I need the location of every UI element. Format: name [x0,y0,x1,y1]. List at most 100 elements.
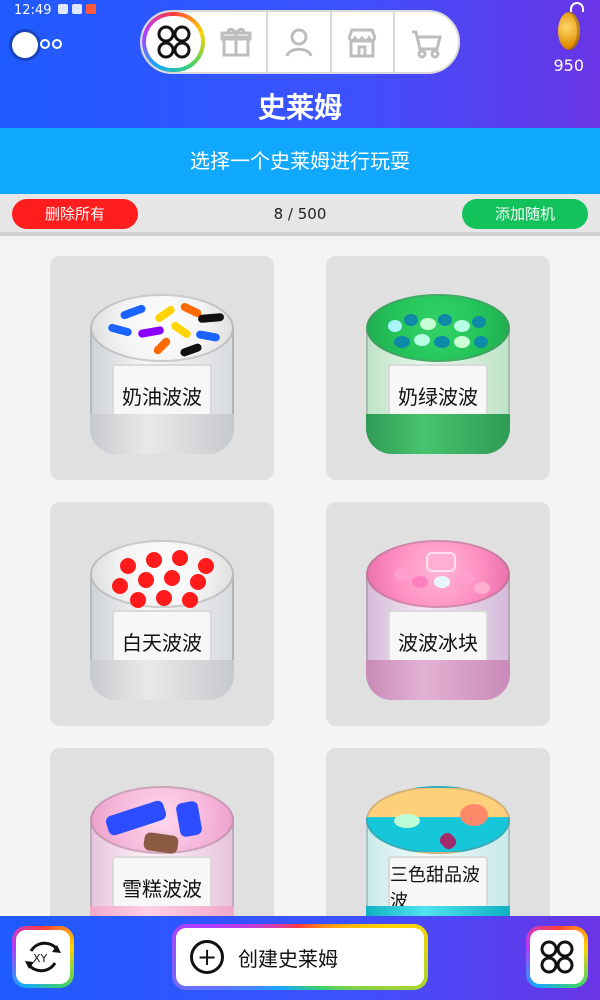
popsicle [175,800,203,838]
gift-icon [220,27,252,57]
bead [394,336,410,348]
menu-dot-icon [40,39,50,49]
slime-card[interactable]: 雪糕波波 [50,748,274,916]
slime-jar: 波波冰块 [366,524,510,714]
ice-cube [426,552,456,572]
user-icon [285,28,313,57]
grid-view-button[interactable] [526,926,588,988]
bead [420,318,436,330]
status-right [570,2,584,12]
sprinkle [179,342,203,358]
bead [198,558,214,574]
bead [156,590,172,606]
sprinkle [119,303,147,321]
plus-icon: + [190,940,224,974]
slime-jar: 奶绿波波 [366,278,510,468]
bead [412,576,428,588]
status-app-icon [72,4,82,14]
xy-reset-icon: XY [25,941,61,973]
sprinkle [137,325,165,339]
sprinkle [197,312,225,324]
menu-button[interactable] [10,30,66,58]
jar-bottom-band [90,660,234,700]
bead [190,574,206,590]
slime-card[interactable]: 白天波波 [50,502,274,726]
status-icons [58,4,96,14]
bead [388,320,402,332]
bead [172,550,188,566]
jar-bottom-band [90,906,234,916]
bead [434,576,450,588]
nav-cart-button[interactable] [395,12,458,72]
reset-button[interactable]: XY [12,926,74,988]
coin-count: 950 [553,56,584,75]
bead [182,592,198,608]
bead [474,582,490,594]
instruction-banner: 选择一个史莱姆进行玩耍 [0,128,600,194]
bottom-bar: XY + 创建史莱姆 [0,916,600,1000]
jar-bottom-band [366,906,510,916]
menu-dot-icon [52,39,62,49]
top-navigation [140,10,460,74]
page-title: 史莱姆 [257,91,342,124]
sprinkle [152,336,172,356]
sprinkle [107,323,133,337]
bead [414,334,430,346]
bead [112,578,128,594]
nav-grid-button[interactable] [142,12,205,72]
slime-card[interactable]: 奶绿波波 [326,256,550,480]
grid-icon [540,940,574,974]
add-random-button[interactable]: 添加随机 [462,199,588,229]
bead [138,572,154,588]
status-app-icon [86,4,96,14]
slime-jar: 雪糕波波 [90,770,234,916]
bead [130,592,146,608]
sprinkle [195,329,221,343]
toppings [376,548,500,606]
jar-bottom-band [90,414,234,454]
slime-card[interactable]: 奶油波波 [50,256,274,480]
bead [120,558,136,574]
toppings [376,302,500,360]
nav-gift-button[interactable] [205,12,269,72]
bead [454,336,470,348]
status-app-icon [58,4,68,14]
bead [474,336,488,348]
bead [472,316,486,328]
slime-jar: 奶油波波 [90,278,234,468]
svg-text:XY: XY [33,952,48,965]
toppings [376,794,500,852]
action-bar: 删除所有 8 / 500 添加随机 [0,194,600,236]
bead [394,568,410,580]
status-time: 12:49 [14,3,52,18]
bead [456,572,474,584]
grid-icon [157,25,191,59]
nav-profile-button[interactable] [268,12,332,72]
bead [394,814,420,828]
cart-icon [412,30,443,59]
bead [404,314,418,326]
slime-jar: 三色甜品波波 [366,770,510,916]
wifi-icon [570,2,584,12]
menu-dot-icon [12,32,38,58]
create-slime-label: 创建史莱姆 [238,946,338,971]
slime-card[interactable]: 波波冰块 [326,502,550,726]
bead [438,314,452,326]
bead [164,570,180,586]
toppings [100,548,224,608]
candy [437,830,459,852]
bead [454,320,470,332]
toppings [100,301,225,360]
sprinkle [153,304,177,324]
nav-shop-button[interactable] [332,12,395,72]
shop-icon [347,28,377,58]
popsicle [104,799,168,837]
top-header: 12:49 950 史莱姆 [0,0,600,128]
chocolate-piece [142,831,180,855]
bead [434,336,450,348]
slime-card[interactable]: 三色甜品波波 [326,748,550,916]
create-slime-button[interactable]: + 创建史莱姆 [172,924,428,990]
sprinkle [169,320,193,340]
jar-bottom-band [366,660,510,700]
slime-jar: 白天波波 [90,524,234,714]
